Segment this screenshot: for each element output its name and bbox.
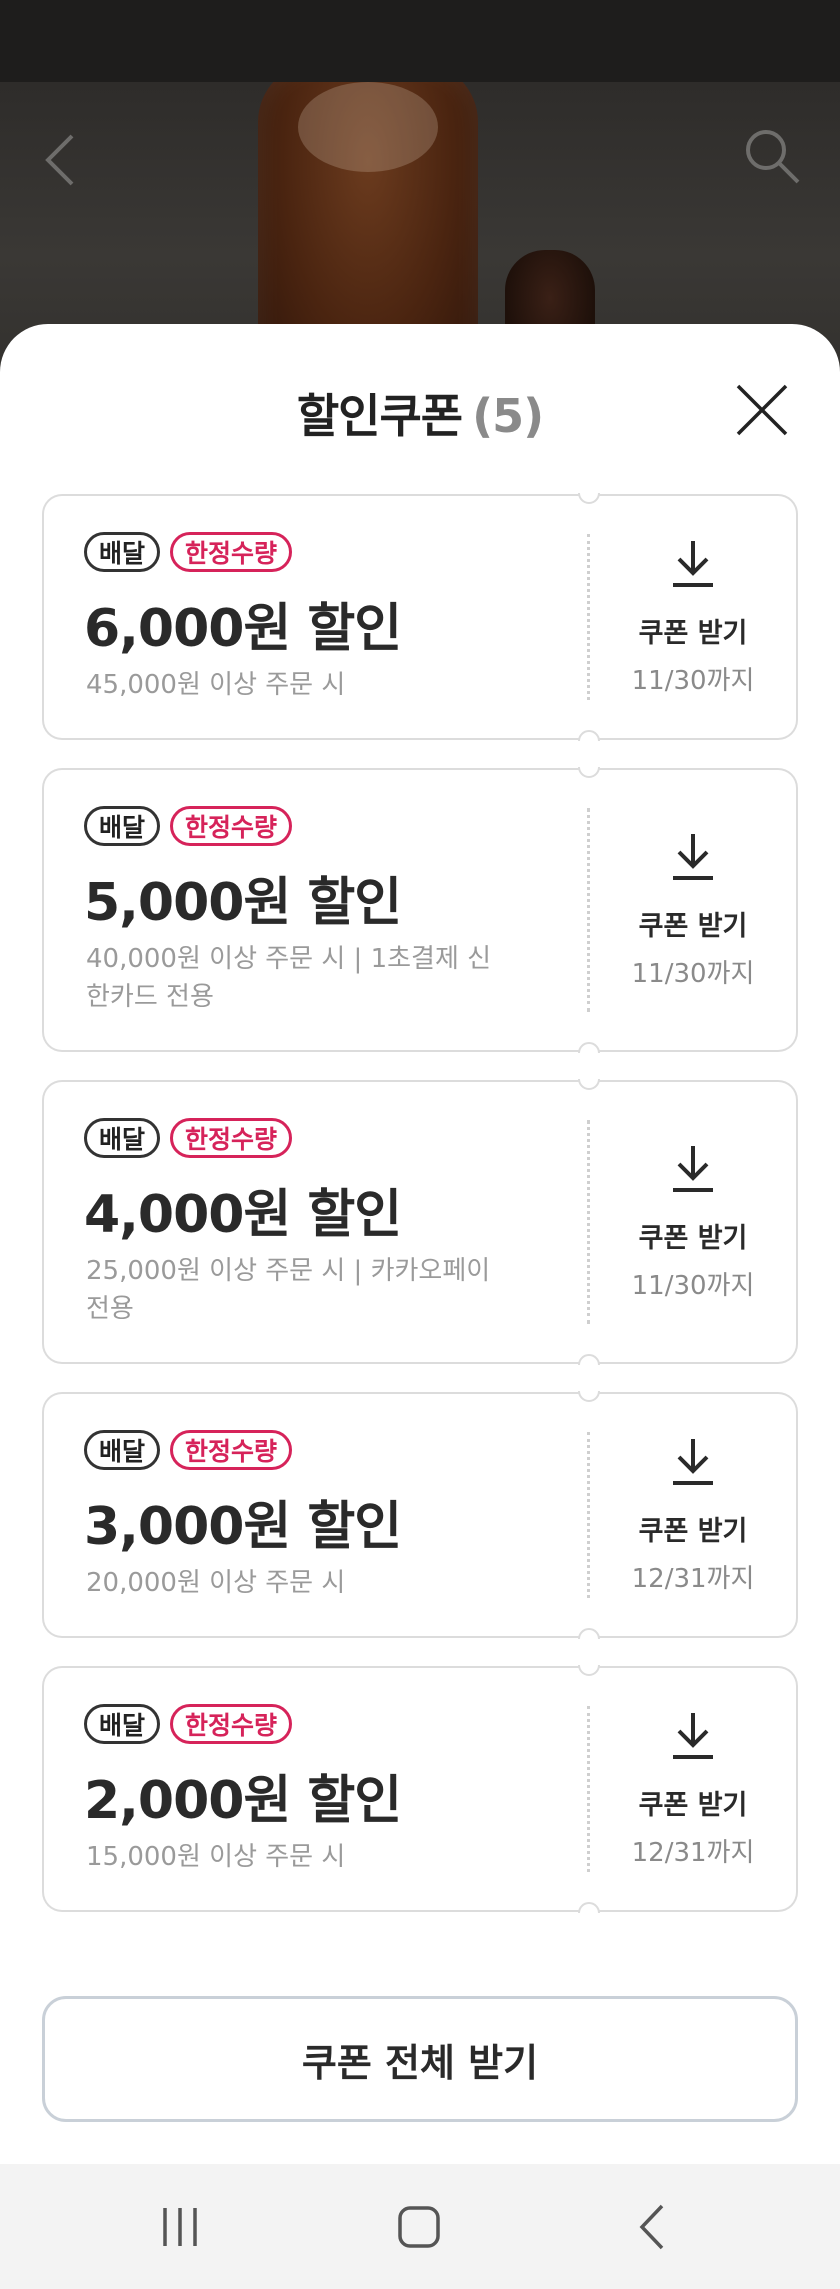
- notch: [578, 1391, 600, 1402]
- notch: [578, 1628, 600, 1639]
- discount-amount: 3,000원 할인: [84, 1497, 402, 1557]
- notch: [578, 1902, 600, 1913]
- notch: [578, 1042, 600, 1053]
- download-icon: [673, 1713, 713, 1759]
- expiry-date: 11/30까지: [631, 959, 755, 989]
- coupon-condition: 15,000원 이상 주문 시: [86, 1842, 346, 1872]
- download-label: 쿠폰 받기: [638, 911, 748, 942]
- recents-icon[interactable]: [155, 2202, 205, 2252]
- limited-badge: 한정수량: [170, 1430, 293, 1470]
- perforation: [587, 1120, 590, 1324]
- coupon-download-button[interactable]: 쿠폰 받기 12/31까지: [588, 1666, 798, 1912]
- coupon-card: 배달 한정수량 3,000원 할인 20,000원 이상 주문 시 쿠폰 받기 …: [42, 1391, 798, 1639]
- discount-amount: 5,000원 할인: [84, 873, 402, 933]
- coupon-card: 배달 한정수량 6,000원 할인 45,000원 이상 주문 시 쿠폰 받기 …: [42, 493, 798, 741]
- coupon-download-button[interactable]: 쿠폰 받기 11/30까지: [588, 1080, 798, 1364]
- notch: [578, 1665, 600, 1676]
- notch: [578, 1354, 600, 1365]
- sheet-title: 할인쿠폰 (5): [0, 380, 840, 446]
- coupon-download-button[interactable]: 쿠폰 받기 12/31까지: [588, 1392, 798, 1638]
- sheet-title-text: 할인쿠폰: [296, 389, 463, 443]
- limited-badge: 한정수량: [170, 532, 293, 572]
- coupon-info: 배달 한정수량 6,000원 할인 45,000원 이상 주문 시: [42, 494, 588, 740]
- coupon-info: 배달 한정수량 3,000원 할인 20,000원 이상 주문 시: [42, 1392, 588, 1638]
- expiry-date: 11/30까지: [631, 1271, 755, 1301]
- perforation: [587, 808, 590, 1012]
- coupon-download-button[interactable]: 쿠폰 받기 11/30까지: [588, 768, 798, 1052]
- perforation: [587, 1706, 590, 1872]
- coupon-count: (5): [472, 389, 544, 443]
- chevron-left-icon[interactable]: [40, 130, 80, 190]
- coupon-bottom-sheet: 할인쿠폰 (5) 배달 한정수량 6,000원 할인 45,000원 이상 주문 …: [0, 324, 840, 2164]
- perforation: [587, 1432, 590, 1598]
- perforation: [587, 534, 590, 700]
- coupon-condition: 40,000원 이상 주문 시 | 1초결제 신한카드 전용: [86, 944, 492, 1012]
- download-icon: [673, 834, 713, 880]
- notch: [578, 493, 600, 504]
- download-icon: [673, 541, 713, 587]
- delivery-badge: 배달: [84, 806, 161, 846]
- search-icon[interactable]: [742, 126, 802, 186]
- coupon-info: 배달 한정수량 4,000원 할인 25,000원 이상 주문 시 | 카카오페…: [42, 1080, 588, 1364]
- discount-amount: 6,000원 할인: [84, 599, 402, 659]
- notch: [578, 767, 600, 778]
- coupon-info: 배달 한정수량 5,000원 할인 40,000원 이상 주문 시 | 1초결제…: [42, 768, 588, 1052]
- download-label: 쿠폰 받기: [638, 1223, 748, 1254]
- download-label: 쿠폰 받기: [638, 1790, 748, 1821]
- download-icon: [673, 1439, 713, 1485]
- limited-badge: 한정수량: [170, 806, 293, 846]
- limited-badge: 한정수량: [170, 1118, 293, 1158]
- system-nav-bar: [0, 2164, 840, 2289]
- discount-amount: 4,000원 할인: [84, 1185, 402, 1245]
- coupon-card: 배달 한정수량 2,000원 할인 15,000원 이상 주문 시 쿠폰 받기 …: [42, 1665, 798, 1913]
- discount-amount: 2,000원 할인: [84, 1771, 402, 1831]
- expiry-date: 12/31까지: [631, 1838, 755, 1868]
- coupon-download-button[interactable]: 쿠폰 받기 11/30까지: [588, 494, 798, 740]
- delivery-badge: 배달: [84, 1704, 161, 1744]
- notch: [578, 730, 600, 741]
- coupon-info: 배달 한정수량 2,000원 할인 15,000원 이상 주문 시: [42, 1666, 588, 1912]
- coupon-condition: 20,000원 이상 주문 시: [86, 1568, 346, 1598]
- expiry-date: 11/30까지: [631, 666, 755, 696]
- download-label: 쿠폰 받기: [638, 618, 748, 649]
- coupon-card: 배달 한정수량 4,000원 할인 25,000원 이상 주문 시 | 카카오페…: [42, 1079, 798, 1365]
- coupon-condition: 25,000원 이상 주문 시 | 카카오페이 전용: [86, 1256, 491, 1324]
- notch: [578, 1079, 600, 1090]
- status-bar: [0, 0, 840, 82]
- download-label: 쿠폰 받기: [638, 1516, 748, 1547]
- coupon-card: 배달 한정수량 5,000원 할인 40,000원 이상 주문 시 | 1초결제…: [42, 767, 798, 1053]
- coupon-condition: 45,000원 이상 주문 시: [86, 670, 346, 700]
- delivery-badge: 배달: [84, 532, 161, 572]
- close-icon[interactable]: [734, 382, 790, 438]
- delivery-badge: 배달: [84, 1430, 161, 1470]
- limited-badge: 한정수량: [170, 1704, 293, 1744]
- home-icon[interactable]: [394, 2202, 444, 2252]
- expiry-date: 12/31까지: [631, 1564, 755, 1594]
- back-icon[interactable]: [628, 2202, 678, 2252]
- download-icon: [673, 1146, 713, 1192]
- download-all-button[interactable]: 쿠폰 전체 받기: [42, 1996, 798, 2122]
- delivery-badge: 배달: [84, 1118, 161, 1158]
